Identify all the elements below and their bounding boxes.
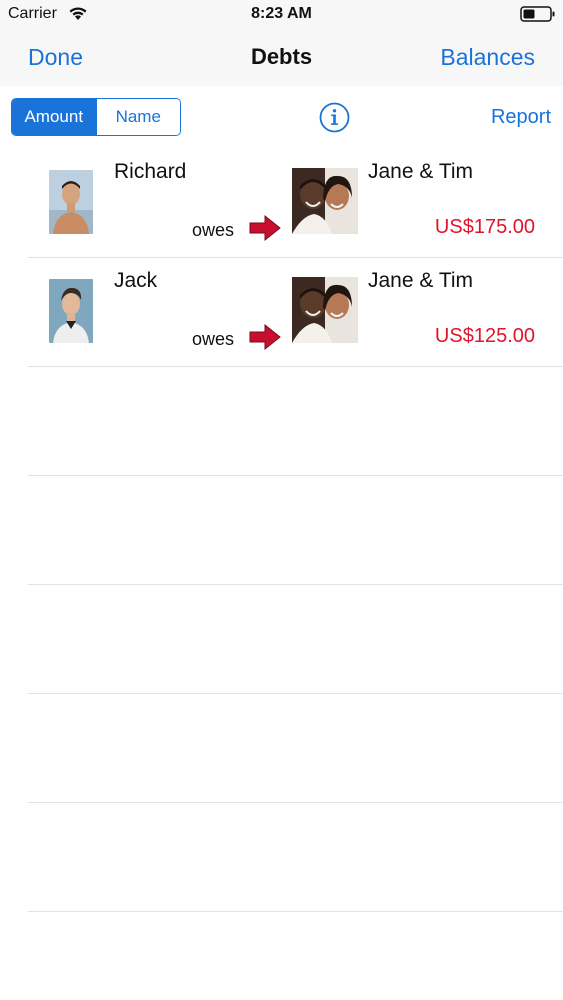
debtor-avatar xyxy=(49,170,93,234)
empty-row xyxy=(0,584,563,694)
debt-row[interactable]: Richard owes Jane & Tim US$175.00 xyxy=(0,148,563,258)
owes-label: owes xyxy=(192,329,235,349)
debtor-name: Jack xyxy=(114,269,158,292)
navigation-bar: Done Debts Balances xyxy=(0,28,563,86)
segment-amount[interactable]: Amount xyxy=(12,99,96,135)
report-button[interactable]: Report xyxy=(491,106,551,129)
empty-row xyxy=(0,802,563,912)
creditor-avatar xyxy=(292,168,358,234)
creditor-avatar xyxy=(292,277,358,343)
debt-amount: US$175.00 xyxy=(434,216,535,238)
arrow-right-icon xyxy=(249,214,281,242)
balances-button[interactable]: Balances xyxy=(440,44,535,71)
empty-row xyxy=(0,366,563,476)
status-time: 8:23 AM xyxy=(251,5,312,22)
status-bar: Carrier 8:23 AM xyxy=(0,0,563,28)
debt-row[interactable]: Jack owes Jane & Tim US$125.00 xyxy=(0,257,563,367)
empty-row xyxy=(0,693,563,803)
sort-segmented-control: Amount Name xyxy=(11,98,181,136)
debtor-avatar xyxy=(49,279,93,343)
empty-row xyxy=(0,475,563,585)
info-icon[interactable] xyxy=(319,102,350,133)
creditor-name: Jane & Tim xyxy=(368,269,474,292)
owes-label: owes xyxy=(192,220,235,240)
battery-icon xyxy=(520,6,555,22)
arrow-right-icon xyxy=(249,323,281,351)
debt-amount: US$125.00 xyxy=(434,325,535,347)
segment-name[interactable]: Name xyxy=(95,99,180,135)
row-separator xyxy=(28,911,563,912)
debtor-name: Richard xyxy=(114,160,187,183)
debts-table: Richard owes Jane & Tim US$175.00 Jack o… xyxy=(0,148,563,912)
creditor-name: Jane & Tim xyxy=(368,160,474,183)
toolbar: Amount Name Report xyxy=(0,86,563,148)
